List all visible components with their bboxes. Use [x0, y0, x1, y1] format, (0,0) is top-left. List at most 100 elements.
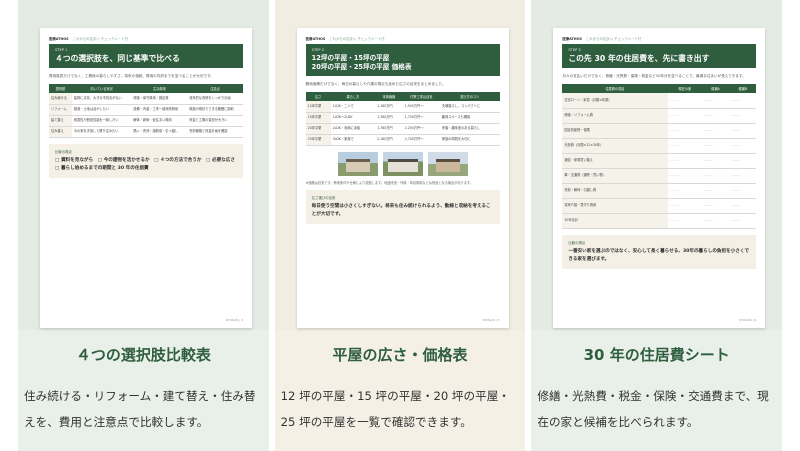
doc-tag: これからの住まい チェックシート付 — [329, 37, 385, 41]
card-description: 12 坪の平屋・15 坪の平屋・20 坪の平屋・25 坪の平屋を一覧で確認できま… — [280, 389, 510, 429]
note-body: 一番安い家を選ぶのではなく、安心して長く暮らせる、30年の暮らしの負担を小さくで… — [568, 248, 749, 262]
doc-step: STEP 1 — [55, 48, 68, 52]
card-description: 修繕・光熱費・税金・保険・交通費まで、現在の家と候補を比べられます。 — [537, 389, 769, 429]
table-cell: 来客・趣味室のある暮らし — [439, 123, 500, 135]
table-row: 12坪平屋 1LDK・二人で 1,180万円 1,500万円〜 夫婦暮らし、コン… — [305, 101, 500, 113]
blank-cell: -------- — [702, 123, 730, 139]
table-cell: 2,180万円 — [375, 134, 403, 146]
table-row: 固定資産税・保険 -------- -------- -------- — [562, 123, 757, 139]
table-row: 将来介護・見守り費用 -------- -------- -------- — [562, 198, 757, 214]
table-row: 売却・解体・引越し費 -------- -------- -------- — [562, 183, 757, 199]
blank-cell: -------- — [667, 123, 702, 139]
blank-cell: -------- — [667, 153, 702, 169]
table-cell: 1LDK・二人で — [330, 101, 376, 113]
table-cell: 1LDK〜2LDK — [330, 112, 376, 124]
table-cell: 20坪平屋 — [305, 123, 331, 135]
table-header: 広さ — [305, 92, 331, 101]
table-header: 主な費用 — [131, 84, 188, 93]
blank-cell: -------- — [729, 153, 757, 169]
table-row: 15坪平屋 1LDK〜2LDK 1,380万円 1,750万円〜 趣味スペースも… — [305, 112, 500, 124]
table-cell: 将来的な改修をしっかり計画 — [187, 93, 243, 105]
table-row: 通信・家電買い替え -------- -------- -------- — [562, 153, 757, 169]
document-thumbnail: 医療ATHOS これからの住まい チェックシート付 STEP 1 ４つの選択肢を… — [40, 28, 252, 328]
table-cell: 2,700万円〜 — [402, 134, 440, 146]
table-cell: 3LDK・家族で — [330, 134, 376, 146]
blank-cell: -------- — [729, 168, 757, 184]
table-cell: 住宅ローン・家賃（月額×年数） — [562, 93, 668, 109]
blank-cell: -------- — [667, 93, 702, 109]
document-thumbnail: 医療ATHOS これからの住まい チェックシート付 STEP 3 この先 30 … — [553, 28, 766, 328]
document-thumbnail: 医療ATHOS これからの住まい チェックシート付 STEP 2 12坪の平屋・… — [296, 28, 509, 328]
house-photo — [427, 151, 468, 176]
blank-cell: -------- — [729, 108, 757, 124]
page-number: RYOKAN | 4 — [226, 318, 243, 322]
doc-brand: 医療ATHOS — [49, 37, 69, 41]
house-photo — [337, 151, 378, 176]
doc-brand: 医療ATHOS — [305, 37, 326, 41]
blank-cell: -------- — [702, 138, 730, 154]
table-row: 修繕・リフォーム費 -------- -------- -------- — [562, 108, 757, 124]
table-cell: 今の家を手放して移り住みたい — [71, 126, 132, 138]
table-header: 住居費の項目 — [562, 84, 668, 93]
doc-step: STEP 2 — [311, 48, 325, 52]
table-cell: 住み替え — [49, 126, 72, 138]
doc-caption: ※価格は目安です。敷地条件や仕様により変動します。地盤改良・外構・申請費用などは… — [305, 180, 473, 185]
table-cell: 趣味スペースも確保 — [439, 112, 500, 124]
blank-cell: -------- — [729, 138, 757, 154]
blank-cell: -------- — [729, 183, 757, 199]
table-cell: 2LDK・収納に余裕 — [330, 123, 376, 135]
doc-lead: 月々の支払いだけでなく、修繕・光熱費・保険・税金など30年分を並べることで、最適… — [562, 74, 746, 78]
table-row: 住宅ローン・家賃（月額×年数） -------- -------- ------… — [562, 93, 757, 109]
table-header-row: 選択肢 向いている状況 主な費用 注意点 — [49, 84, 243, 93]
doc-heading: この先 30 年の住居費を、先に書き出す — [568, 54, 710, 63]
blank-cell: -------- — [729, 213, 757, 229]
blank-cell: -------- — [667, 198, 702, 214]
blank-cell: -------- — [667, 108, 702, 124]
table-row: 住み続ける 建物に劣化、大きな不具合がない 修繕・保守費用・固定費 将来的な改修… — [49, 93, 243, 105]
doc-step: STEP 3 — [568, 48, 581, 52]
blank-cell: -------- — [702, 213, 730, 229]
doc-header: 医療ATHOS これからの住まい チェックシート付 — [49, 36, 243, 41]
note-title: 比較の視点 — [568, 240, 586, 245]
table-cell: 夫婦暮らし、コンパクトに — [439, 101, 500, 113]
page-number: RYOKAN | 6 — [739, 318, 757, 322]
page-number: RYOKAN | 5 — [482, 318, 500, 322]
table-cell: 修繕・保守費用・固定費 — [131, 93, 188, 105]
blank-cell: -------- — [667, 213, 702, 229]
table-cell: リフォーム — [49, 104, 72, 116]
table-cell: 家族の時間を大切に — [439, 134, 500, 146]
doc-brand: 医療ATHOS — [562, 37, 582, 41]
table-cell: 1,750万円〜 — [402, 112, 440, 124]
doc-banner: STEP 2 12坪の平屋・15坪の平屋 20坪の平屋・25坪の平屋 価格表 — [305, 44, 500, 76]
table-row: 建て替え 耐震性や断熱性能を一新したい 解体・新築・仮住まい費用 資金と工期の負… — [49, 115, 243, 127]
table-row: 住み替え 今の家を手放して移り住みたい 購入・売却・諸費用・引っ越し 売却価格と… — [49, 126, 243, 138]
table-cell: 1,180万円 — [375, 101, 403, 113]
table-cell: 構造の現状でできる範囲に制約 — [187, 104, 243, 116]
table-cell: 建て替え — [49, 115, 72, 127]
doc-header: 医療ATHOS これからの住まい チェックシート付 — [562, 36, 756, 41]
table-header-row: 広さ 暮らし方 本体価格 付帯工事込目安 選び方のコツ — [305, 92, 500, 101]
doc-table: 住居費の項目 現在の家 候補A 候補B 住宅ローン・家賃（月額×年数） ----… — [562, 84, 757, 229]
table-cell: 売却価格と資金計画を確認 — [187, 126, 243, 138]
table-cell: 30年合計 — [562, 213, 668, 229]
blank-cell: -------- — [667, 183, 702, 199]
card-title: 平屋の広さ・価格表 — [332, 346, 468, 364]
table-cell: 2,250万円〜 — [402, 123, 440, 135]
doc-banner: STEP 3 この先 30 年の住居費を、先に書き出す — [562, 44, 757, 68]
blank-cell: -------- — [729, 198, 757, 214]
table-row: 光熱費（月額×12×30年） -------- -------- -------… — [562, 138, 757, 154]
table-cell: 1,500万円〜 — [402, 101, 440, 113]
doc-note: 比較の視点 一番安い家を選ぶのではなく、安心して長く暮らせる、30年の暮らしの負… — [562, 234, 757, 269]
table-header: 候補B — [729, 84, 757, 93]
card-size-price-table: 医療ATHOS これからの住まい チェックシート付 STEP 2 12坪の平屋・… — [274, 0, 526, 451]
doc-lead: 敷地面積だけでなく、毎日の暮らしや介護の視点も含めた広さの目安をまとめました。 — [305, 82, 446, 86]
doc-note: 広さ選びの目安 毎日使う空間は小さくしすぎない。将来も住み続けられるよう、動線と… — [305, 189, 500, 224]
table-cell: 1,380万円 — [375, 112, 403, 124]
blank-cell: -------- — [729, 93, 757, 109]
table-row: 20坪平屋 2LDK・収納に余裕 1,780万円 2,250万円〜 来客・趣味室… — [305, 123, 500, 135]
table-cell: 建物に劣化、大きな不具合がない — [71, 93, 132, 105]
table-cell: 住み続ける — [49, 93, 72, 105]
doc-table: 広さ 暮らし方 本体価格 付帯工事込目安 選び方のコツ 12坪平屋 1LDK・二… — [305, 92, 500, 146]
doc-tag: これからの住まい チェックシート付 — [72, 37, 128, 41]
table-header: 本体価格 — [375, 92, 403, 101]
